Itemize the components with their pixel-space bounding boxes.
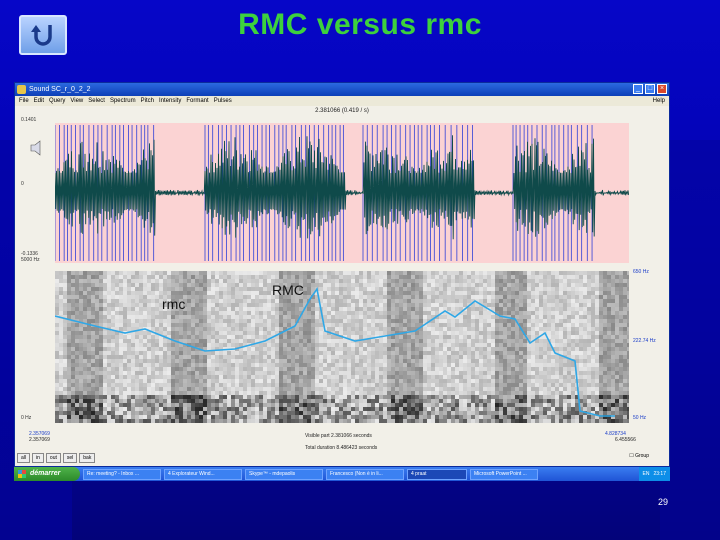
spectrogram-graphic (55, 271, 629, 423)
window-title: Sound SC_r_0_2_2 (29, 86, 91, 93)
spec-top-value: 5000 Hz (21, 257, 40, 263)
pitch-mid-value: 222.74 Hz (633, 338, 656, 344)
right-scale: 650 Hz 222.74 Hz 50 Hz (631, 117, 671, 423)
task-inbox[interactable]: Re: meeting? - Inbox ... (83, 468, 161, 480)
rmc-upper-label: RMC (272, 282, 304, 298)
page-number: 29 (658, 497, 669, 507)
start-button[interactable]: démarrer (14, 467, 80, 481)
menu-pitch[interactable]: Pitch (141, 96, 154, 106)
language-indicator[interactable]: EN (643, 467, 650, 481)
menu-pulses[interactable]: Pulses (214, 96, 232, 106)
praat-sound-window: Sound SC_r_0_2_2 _ □ × File Edit Query V… (14, 82, 670, 467)
window-titlebar[interactable]: Sound SC_r_0_2_2 _ □ × (15, 83, 669, 96)
task-explorer[interactable]: 4 Explorateur Wind... (164, 468, 242, 480)
menu-file[interactable]: File (19, 96, 29, 106)
total-duration-label: Total duration 8.486423 seconds (305, 445, 378, 451)
cursor-time-readout: 2.381066 (0.419 / s) (315, 108, 369, 114)
maximize-button[interactable]: □ (645, 84, 655, 94)
spectrogram-panel[interactable] (55, 271, 629, 423)
pitch-bottom-value: 50 Hz (633, 415, 647, 421)
slide-title: RMC versus rmc (238, 8, 482, 41)
close-button[interactable]: × (657, 84, 667, 94)
group-checkbox[interactable]: ☐ Group (629, 453, 649, 459)
left-scale: 0.1401 0 -0.1336 5000 Hz 0 Hz (15, 117, 55, 423)
system-tray: EN 23:17 (638, 467, 670, 481)
menu-intensity[interactable]: Intensity (159, 96, 181, 106)
menu-help[interactable]: Help (653, 96, 665, 106)
clock: 23:17 (653, 471, 666, 477)
task-francesco[interactable]: Francesco (Non è in li... (326, 468, 404, 480)
end-time-total: 6.455566 (615, 437, 636, 443)
wave-top-value: 0.1401 (21, 117, 37, 123)
wave-zero-value: 0 (21, 181, 24, 187)
menu-select[interactable]: Select (88, 96, 105, 106)
task-skype[interactable]: Skype™ - mdepaolis (245, 468, 323, 480)
rmc-lower-label: rmc (162, 296, 186, 312)
visible-part-label: Visible part 2.381066 seconds (305, 433, 372, 439)
zoom-in-button[interactable]: in (32, 453, 44, 463)
spec-bottom-value: 0 Hz (21, 415, 32, 421)
task-praat[interactable]: 4 praat (407, 468, 467, 480)
waveform-graphic (55, 125, 629, 261)
menu-view[interactable]: View (70, 96, 83, 106)
menu-bar: File Edit Query View Select Spectrum Pit… (15, 96, 669, 106)
start-time-total: 2.357069 (29, 437, 50, 443)
menu-edit[interactable]: Edit (34, 96, 44, 106)
zoom-sel-button[interactable]: sel (62, 453, 78, 463)
menu-formant[interactable]: Formant (186, 96, 208, 106)
zoom-all-button[interactable]: all (17, 453, 31, 463)
group-label: Group (635, 453, 649, 459)
zoom-out-button[interactable]: out (45, 453, 61, 463)
zoom-back-button[interactable]: bak (79, 453, 96, 463)
speaker-icon[interactable] (30, 140, 44, 156)
waveform-panel[interactable] (55, 123, 629, 263)
pitch-top-value: 650 Hz (633, 269, 649, 275)
minimize-button[interactable]: _ (633, 84, 643, 94)
menu-query[interactable]: Query (49, 96, 65, 106)
task-powerpoint[interactable]: Microsoft PowerPoint ... (470, 468, 538, 480)
app-icon (17, 85, 26, 94)
windows-taskbar: démarrer Re: meeting? - Inbox ... 4 Expl… (14, 467, 670, 481)
zoom-buttons: all in out sel bak (17, 453, 96, 463)
menu-spectrum[interactable]: Spectrum (110, 96, 136, 106)
